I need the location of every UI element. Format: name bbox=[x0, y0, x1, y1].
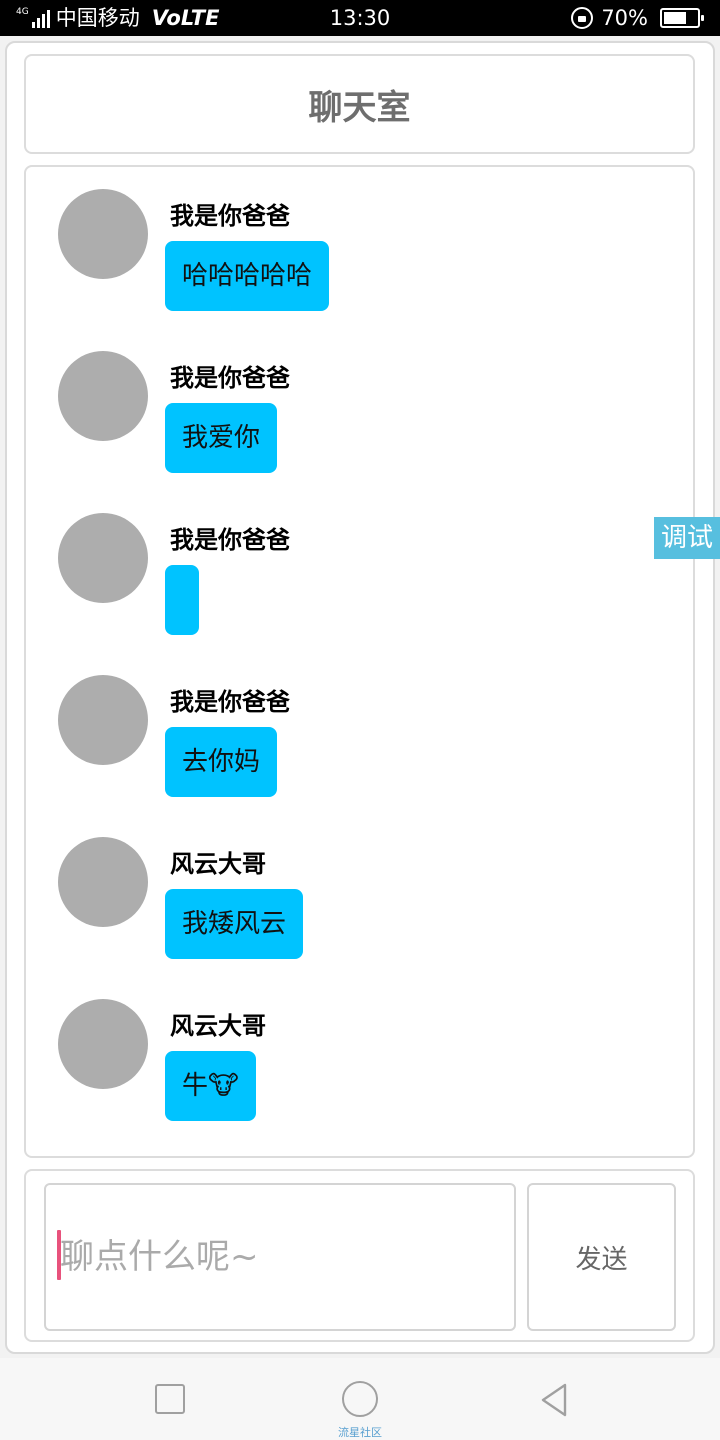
message-bubble[interactable]: 牛🐮 bbox=[165, 1051, 256, 1121]
rotation-lock-icon bbox=[571, 7, 594, 29]
sender-name: 风云大哥 bbox=[170, 850, 266, 878]
status-right: 70% bbox=[571, 0, 704, 36]
sender-name: 风云大哥 bbox=[170, 1012, 266, 1040]
input-area: 发送 bbox=[24, 1169, 695, 1342]
nav-caption: 流星社区 bbox=[338, 1426, 382, 1439]
avatar[interactable] bbox=[58, 675, 148, 765]
avatar[interactable] bbox=[58, 837, 148, 927]
sender-name: 我是你爸爸 bbox=[170, 202, 290, 230]
message-item: 我是你爸爸 去你妈 bbox=[58, 653, 658, 797]
text-caret bbox=[57, 1230, 61, 1280]
battery-percent: 70% bbox=[601, 6, 648, 30]
message-bubble[interactable]: 去你妈 bbox=[165, 727, 278, 797]
message-input[interactable] bbox=[44, 1183, 516, 1331]
sender-name: 我是你爸爸 bbox=[170, 364, 290, 392]
avatar[interactable] bbox=[58, 189, 148, 279]
message-bubble[interactable] bbox=[165, 565, 199, 635]
message-bubble[interactable]: 我矮风云 bbox=[165, 889, 304, 959]
message-item: 风云大哥 牛🐮 bbox=[58, 977, 658, 1121]
square-icon bbox=[155, 1384, 185, 1414]
message-item: 我是你爸爸 哈哈哈哈哈 bbox=[58, 167, 658, 311]
avatar[interactable] bbox=[58, 999, 148, 1089]
message-item: 我是你爸爸 bbox=[58, 491, 658, 635]
battery-icon bbox=[660, 8, 704, 28]
sender-name: 我是你爸爸 bbox=[170, 688, 290, 716]
navigation-bar: 流星社区 bbox=[0, 1358, 720, 1440]
chat-panel[interactable]: 我是你爸爸 哈哈哈哈哈 我是你爸爸 我爱你 我是你爸爸 我是你爸爸 去你妈 风云… bbox=[24, 165, 695, 1158]
debug-button[interactable]: 调试 bbox=[654, 517, 720, 559]
avatar[interactable] bbox=[58, 351, 148, 441]
page-title: 聊天室 bbox=[308, 87, 411, 128]
message-item: 我是你爸爸 我爱你 bbox=[58, 329, 658, 473]
message-bubble[interactable]: 哈哈哈哈哈 bbox=[165, 241, 330, 311]
status-bar: 4G 中国移动 VoLTE 13:30 70% bbox=[0, 0, 720, 36]
message-bubble[interactable]: 我爱你 bbox=[165, 403, 278, 473]
back-triangle-icon bbox=[541, 1383, 567, 1417]
avatar[interactable] bbox=[58, 513, 148, 603]
circle-icon bbox=[342, 1381, 378, 1417]
message-item: 风云大哥 我矮风云 bbox=[58, 815, 658, 959]
battery-fill bbox=[664, 12, 686, 24]
send-button[interactable]: 发送 bbox=[527, 1183, 676, 1331]
sender-name: 我是你爸爸 bbox=[170, 526, 290, 554]
header: 聊天室 bbox=[24, 54, 695, 154]
